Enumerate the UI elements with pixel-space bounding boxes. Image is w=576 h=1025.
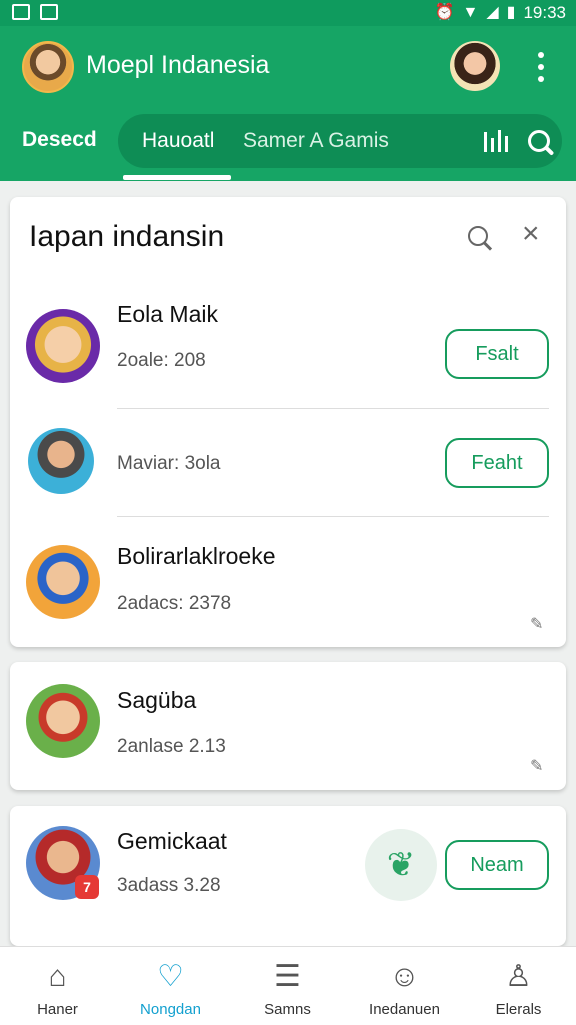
tab-hauoatl[interactable]: Hauoatl [142,129,214,153]
nav-label: Elerals [495,1001,542,1018]
nav-label: Nongdan [140,1001,201,1018]
list-item-meta: Maviar: 3ola [117,453,221,474]
nav-item-home[interactable]: ⌂ Haner [0,947,115,1025]
app-title: Moepl Indanesia [86,51,270,79]
bottom-navigation: ⌂ Haner ♡ Nongdan ☰ Samns ☺ Inedanuen ♙ … [0,946,576,1025]
wifi-icon: ▼ [462,4,479,21]
battery-icon: ▮ [506,4,516,21]
avatar [26,684,100,758]
active-tab-indicator [123,175,231,180]
nav-label: Haner [37,1001,78,1018]
app-logo-avatar[interactable] [22,41,74,93]
nav-item-face[interactable]: ☺ Inedanuen [347,947,462,1025]
nav-label: Samns [264,1001,311,1018]
more-options-icon[interactable] [536,52,546,82]
notification-badge: 7 [75,875,99,899]
divider [117,408,549,409]
gallery-notification-icon [40,4,58,20]
nav-label: Inedanuen [369,1001,440,1018]
list-item-meta: 2adacs: 2378 [117,593,232,614]
edit-icon[interactable]: ✎ [530,614,543,634]
edit-icon[interactable]: ✎ [530,756,543,776]
list-item-card[interactable]: 7 Gemickaat 3adass 3.28 ❦ Neam [10,806,566,946]
tab-left[interactable]: Desecd [22,128,97,152]
user-avatar[interactable] [450,41,500,91]
nav-item-profile[interactable]: ♙ Elerals [461,947,576,1025]
list-item-meta: 2anlase 2.13 [117,736,226,757]
app-bar: Moepl Indanesia Desecd Hauoatl Samer A G… [0,26,576,181]
list-item-meta: 3adass 3.28 [117,875,221,896]
list-item-card[interactable]: Sagüba 2anlase 2.13 ✎ [10,662,566,790]
status-time: 19:33 [523,3,566,22]
avatar [28,428,94,494]
home-icon: ⌂ [48,960,67,993]
status-bar: ⏰ ▼ ◢ ▮ 19:33 [0,0,576,26]
list-item-name: Eola Maik [117,301,218,327]
nav-item-favorites[interactable]: ♡ Nongdan [113,947,228,1025]
card-search-icon[interactable] [468,226,488,246]
person-icon: ♙ [505,960,532,993]
list-icon: ☰ [274,960,301,993]
card-title: Iapan indansin [29,220,225,253]
notification-icon [12,4,30,20]
heart-icon: ♡ [157,960,184,993]
close-icon[interactable]: × [522,219,540,249]
results-card: Iapan indansin × Eola Maik 2oale: 208 Fs… [10,197,566,647]
item-action-button[interactable]: Feaht [445,438,549,488]
avatar [26,309,100,383]
leaf-icon[interactable]: ❦ [365,829,437,901]
item-action-button[interactable]: Fsalt [445,329,549,379]
search-icon[interactable] [528,130,550,152]
list-item-meta: 2oale: 208 [117,350,206,371]
tab-samer-a-gamis[interactable]: Samer A Gamis [243,129,389,153]
avatar [26,545,100,619]
item-action-button[interactable]: Neam [445,840,549,890]
alarm-icon: ⏰ [434,4,455,21]
divider [117,516,549,517]
signal-icon: ◢ [486,4,499,21]
list-item-name: Gemickaat [117,828,227,854]
nav-item-list[interactable]: ☰ Samns [230,947,345,1025]
list-item-name: Bolirarlaklroeke [117,543,276,569]
equalizer-icon[interactable] [484,130,508,152]
list-item-name: Sagüba [117,687,197,713]
face-icon: ☺ [389,960,420,993]
